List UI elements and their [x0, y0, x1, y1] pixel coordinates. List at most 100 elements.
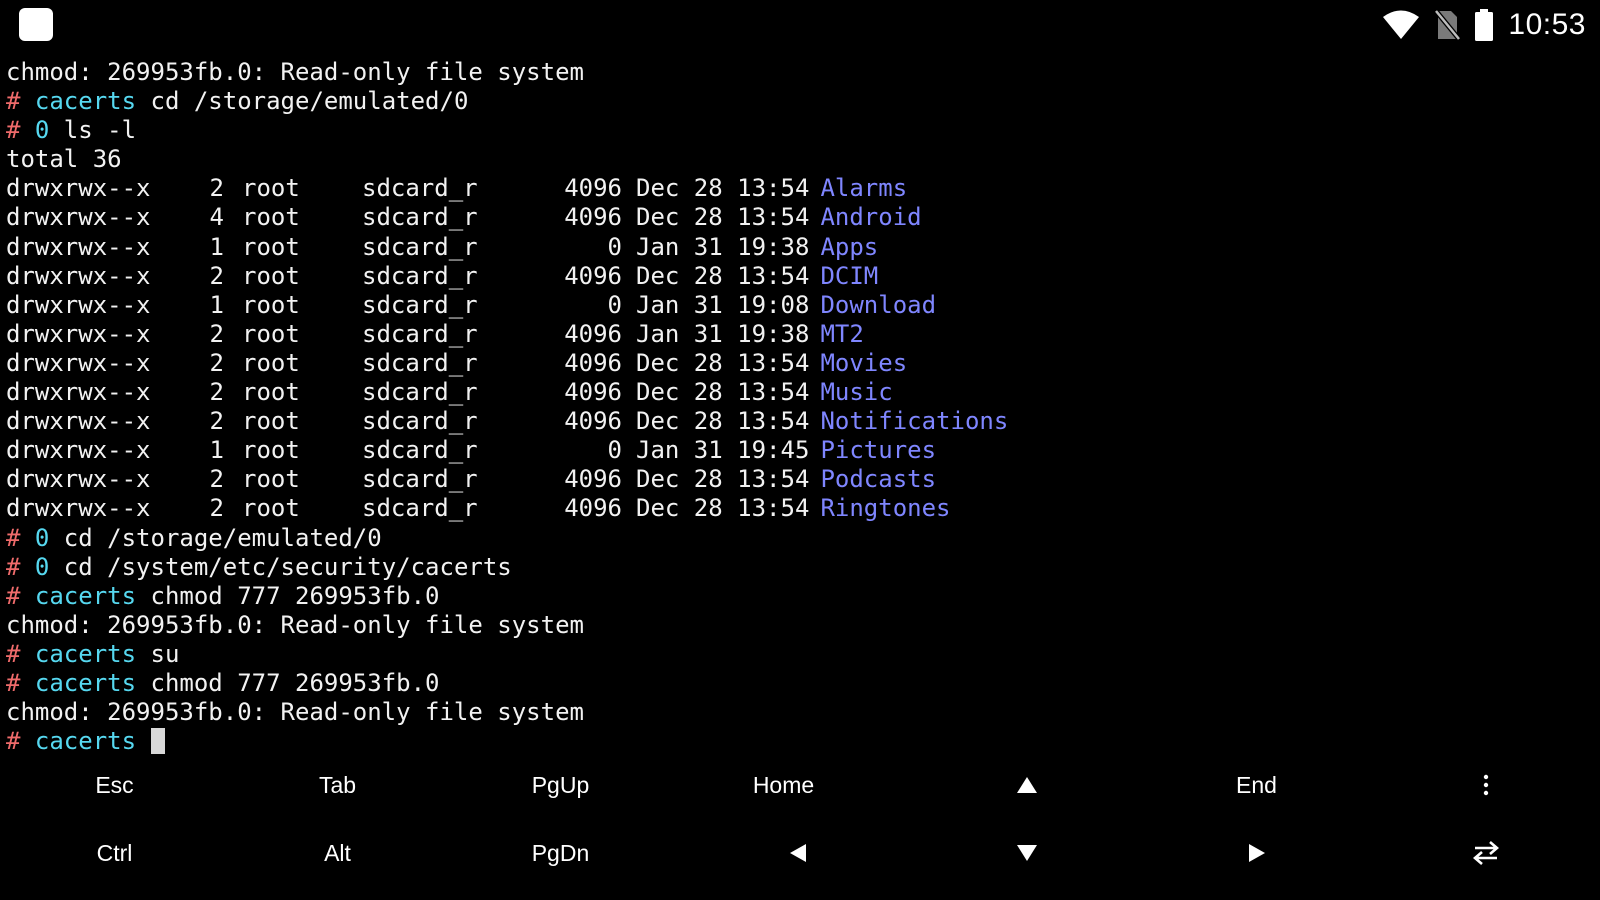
owner-cell: root: [242, 465, 300, 494]
date-cell: Dec 28 13:54: [636, 203, 810, 232]
permissions-cell: drwxrwx--x: [6, 407, 151, 436]
owner-cell: root: [242, 494, 300, 523]
group-cell: sdcard_r: [362, 290, 478, 319]
command-text: cd /storage/emulated/0: [49, 523, 382, 552]
size-cell: 4096: [564, 174, 622, 203]
terminal-line: chmod: 269953fb.0: Read-only file system: [6, 58, 584, 86]
directory-name: Download: [820, 290, 937, 319]
prompt-line: # 0 cd /system/etc/security/cacerts: [6, 553, 1596, 582]
home-key[interactable]: Home: [669, 750, 898, 820]
link-count-cell: 1: [209, 290, 224, 319]
group-cell: sdcard_r: [362, 319, 478, 348]
listing-row: drwxrwx--x 1 root sdcard_r 0 Jan 31 19:38 App…: [6, 233, 1596, 262]
prompt-cwd: 0: [34, 116, 50, 145]
up-arrow-key[interactable]: [912, 750, 1141, 820]
pgup-key[interactable]: PgUp: [446, 750, 675, 820]
link-count-cell: 2: [209, 494, 224, 523]
link-count-cell: 1: [209, 436, 224, 465]
wifi-icon: [1383, 10, 1420, 39]
prompt-hash: #: [6, 581, 21, 610]
group-cell: sdcard_r: [362, 348, 478, 377]
command-text: cd /system/etc/security/cacerts: [49, 552, 512, 581]
permissions-cell: drwxrwx--x: [6, 378, 151, 407]
date-cell: Jan 31 19:38: [636, 319, 810, 348]
listing-row: drwxrwx--x 2 root sdcard_r 4096 Dec 28 13:54 …: [6, 378, 1596, 407]
date-cell: Dec 28 13:54: [636, 407, 810, 436]
directory-name: MT2: [820, 319, 864, 348]
terminal-line: chmod: 269953fb.0: Read-only file system: [6, 698, 584, 727]
more-key[interactable]: [1371, 750, 1600, 820]
date-cell: Jan 31 19:45: [636, 436, 810, 465]
date-cell: Jan 31 19:08: [636, 290, 810, 319]
esc-key[interactable]: Esc: [0, 750, 229, 820]
left-arrow-key[interactable]: [683, 818, 912, 888]
size-cell: 4096: [564, 465, 622, 494]
size-cell: 4096: [564, 494, 622, 523]
alt-key[interactable]: Alt: [223, 818, 452, 888]
command-text: cd /storage/emulated/0: [136, 87, 469, 116]
size-cell: 0: [607, 436, 622, 465]
permissions-cell: drwxrwx--x: [6, 319, 151, 348]
listing-row: drwxrwx--x 2 root sdcard_r 4096 Dec 28 13:54 …: [6, 465, 1596, 494]
owner-cell: root: [242, 436, 300, 465]
down-arrow-icon: [1016, 845, 1037, 861]
group-cell: sdcard_r: [362, 494, 478, 523]
terminal-output[interactable]: chmod: 269953fb.0: Read-only file system…: [6, 58, 1596, 756]
clock: 10:53: [1508, 8, 1586, 41]
swap-icon: [1472, 841, 1499, 865]
size-cell: 4096: [564, 407, 622, 436]
battery-icon: [1475, 9, 1494, 41]
tab-key[interactable]: Tab: [223, 750, 452, 820]
prompt-cwd: 0: [34, 523, 50, 552]
end-key[interactable]: End: [1142, 750, 1371, 820]
prompt-hash: #: [6, 87, 21, 116]
up-arrow-icon: [1016, 777, 1037, 793]
owner-cell: root: [242, 378, 300, 407]
prompt-line: # cacerts su: [6, 640, 1596, 669]
ctrl-key[interactable]: Ctrl: [0, 818, 229, 888]
directory-listing: drwxrwx--x 2 root sdcard_r 4096 Dec 28 13:54 …: [6, 174, 1596, 523]
prompt-hash: #: [6, 668, 21, 697]
listing-row: drwxrwx--x 4 root sdcard_r 4096 Dec 28 13:54 …: [6, 203, 1596, 232]
down-arrow-key[interactable]: [912, 818, 1141, 888]
permissions-cell: drwxrwx--x: [6, 465, 151, 494]
directory-name: Podcasts: [820, 465, 937, 494]
permissions-cell: drwxrwx--x: [6, 290, 151, 319]
prompt-cwd: cacerts: [34, 668, 137, 697]
size-cell: 4096: [564, 261, 622, 290]
link-count-cell: 1: [209, 232, 224, 261]
prompt-hash: #: [6, 552, 21, 581]
prompt-hash: #: [6, 523, 21, 552]
link-count-cell: 2: [209, 407, 224, 436]
listing-row: drwxrwx--x 2 root sdcard_r 4096 Dec 28 13:54 …: [6, 174, 1596, 203]
left-arrow-icon: [789, 844, 806, 862]
size-cell: 4096: [564, 378, 622, 407]
date-cell: Jan 31 19:38: [636, 232, 810, 261]
directory-name: Music: [820, 378, 893, 407]
directory-name: Apps: [820, 232, 879, 261]
link-count-cell: 4: [209, 203, 224, 232]
prompt-line: # 0 cd /storage/emulated/0: [6, 524, 1596, 553]
link-count-cell: 2: [209, 348, 224, 377]
directory-name: DCIM: [820, 261, 879, 290]
terminal-line: total 36: [6, 145, 122, 174]
pgdn-key[interactable]: PgDn: [446, 818, 675, 888]
owner-cell: root: [242, 232, 300, 261]
listing-row: drwxrwx--x 1 root sdcard_r 0 Jan 31 19:08 Dow…: [6, 291, 1596, 320]
right-arrow-key[interactable]: [1142, 818, 1371, 888]
listing-row: drwxrwx--x 2 root sdcard_r 4096 Dec 28 13:54 …: [6, 349, 1596, 378]
size-cell: 4096: [564, 319, 622, 348]
permissions-cell: drwxrwx--x: [6, 348, 151, 377]
swap-key[interactable]: [1371, 818, 1600, 888]
directory-name: Ringtones: [820, 494, 951, 523]
status-bar: 10:53: [0, 0, 1600, 50]
link-count-cell: 2: [209, 261, 224, 290]
no-sim-icon: [1434, 9, 1461, 41]
prompt-cwd: cacerts: [34, 87, 137, 116]
command-text: chmod 777 269953fb.0: [136, 668, 440, 697]
date-cell: Dec 28 13:54: [636, 465, 810, 494]
prompt-hash: #: [6, 639, 21, 668]
command-text: su: [136, 639, 180, 668]
group-cell: sdcard_r: [362, 261, 478, 290]
directory-name: Alarms: [820, 174, 908, 203]
